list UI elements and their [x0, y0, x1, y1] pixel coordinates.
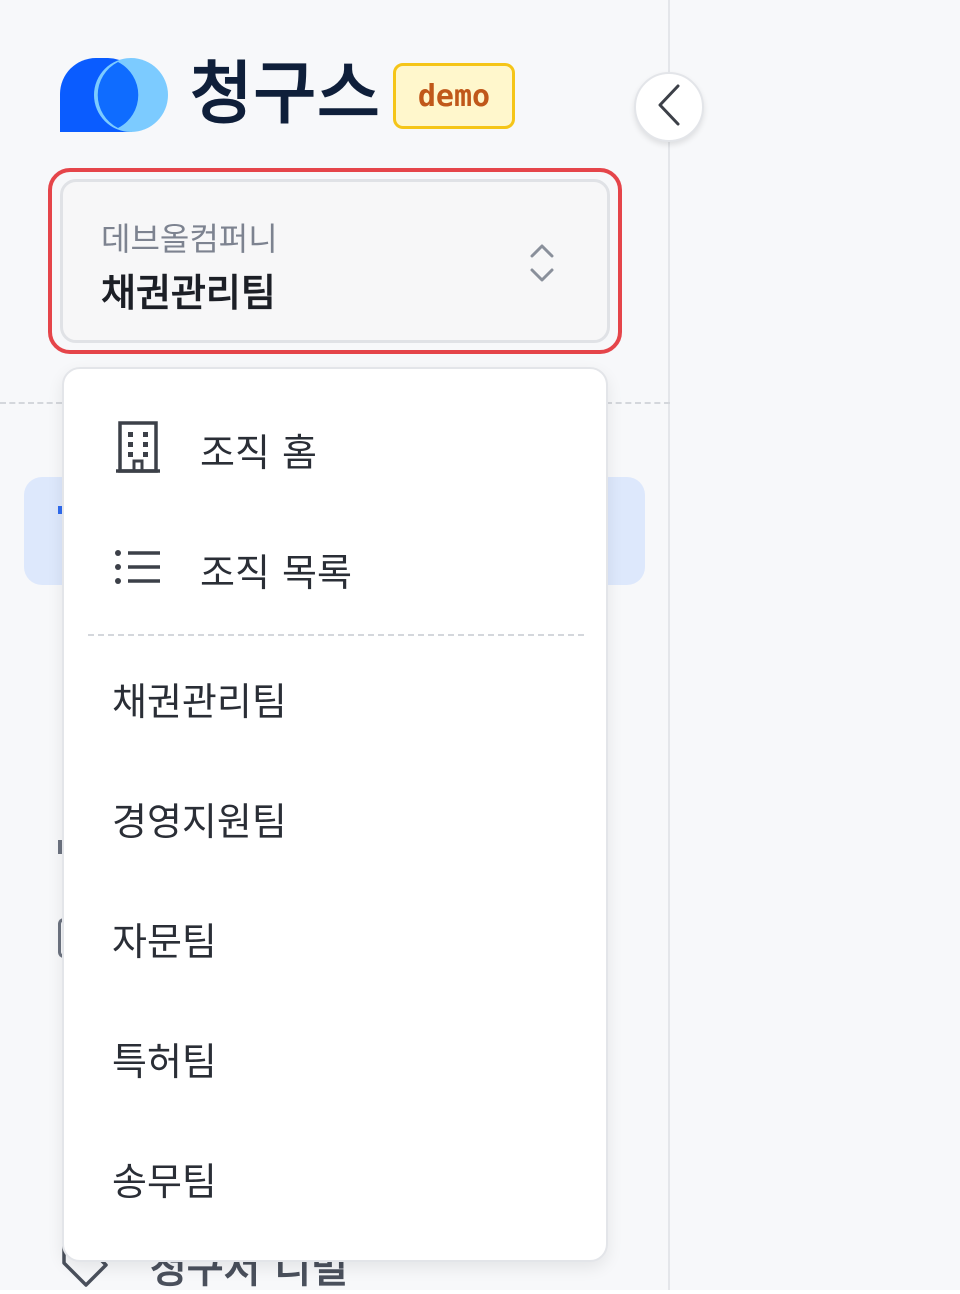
chevron-left-icon: [654, 83, 684, 131]
menu-item-label: 조직 홈: [200, 430, 317, 475]
menu-item-team[interactable]: 송무팀: [112, 1152, 217, 1212]
chevron-up-down-icon: [529, 242, 555, 288]
brand-name: 청구스: [190, 55, 381, 134]
list-icon: [114, 547, 162, 591]
org-selector[interactable]: 데브올컴퍼니 채권관리팀: [60, 179, 610, 343]
menu-item-team[interactable]: 채권관리팀: [112, 672, 287, 732]
brand-logo[interactable]: 청구스: [60, 58, 381, 132]
org-dropdown-menu: 조직 홈 조직 목록 채권관리팀 경영지원팀 자문팀 특허팀 송무팀: [62, 367, 608, 1262]
menu-divider: [88, 634, 584, 636]
logo-mark-icon: [60, 58, 168, 132]
building-icon: [114, 419, 162, 479]
menu-item-team[interactable]: 경영지원팀: [112, 792, 287, 852]
menu-item-team[interactable]: 특허팀: [112, 1032, 217, 1092]
org-team-name: 채권관리팀: [101, 271, 276, 315]
collapse-sidebar-button[interactable]: [634, 72, 704, 142]
section-divider: [0, 402, 62, 404]
org-company-name: 데브올컴퍼니: [101, 220, 278, 258]
menu-item-org-home[interactable]: 조직 홈: [114, 414, 317, 484]
main-content: [670, 0, 960, 1290]
menu-item-label: 조직 목록: [200, 550, 352, 595]
menu-item-team[interactable]: 자문팀: [112, 912, 217, 972]
demo-badge: demo: [393, 63, 515, 129]
section-divider: [606, 402, 670, 404]
menu-item-org-list[interactable]: 조직 목록: [114, 534, 352, 604]
